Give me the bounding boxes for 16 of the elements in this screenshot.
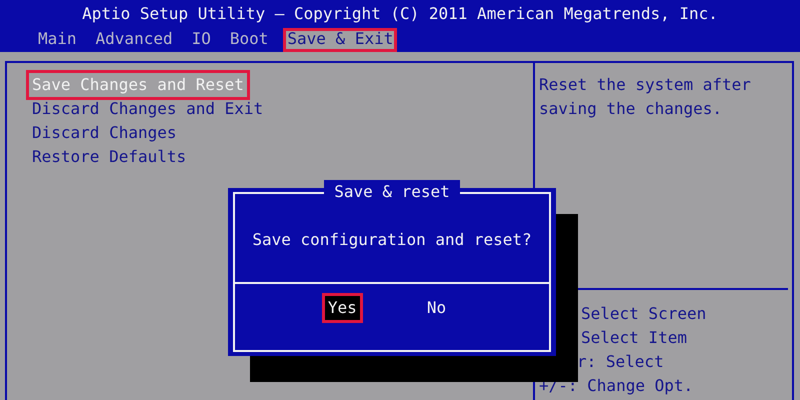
menu-tab[interactable]: Main bbox=[38, 28, 77, 52]
window-title: Aptio Setup Utility – Copyright (C) 2011 American Megatrends, Inc. bbox=[82, 3, 718, 25]
key-hint: Select Screen bbox=[581, 304, 706, 323]
key-hint: r: Select bbox=[577, 352, 664, 371]
menu-tab[interactable]: Boot bbox=[230, 28, 268, 52]
help-text: Reset the system after saving the changes. bbox=[538, 74, 752, 120]
menu-item[interactable]: Discard Changes bbox=[29, 121, 180, 145]
menu-tab[interactable]: IO bbox=[192, 28, 211, 52]
menu-tab[interactable]: Advanced bbox=[96, 28, 173, 52]
dialog-option[interactable]: No bbox=[424, 296, 450, 320]
dialog-message: Save configuration and reset? bbox=[251, 229, 533, 251]
menu-item[interactable]: Discard Changes and Exit bbox=[29, 97, 266, 121]
key-hint: Select Item bbox=[581, 328, 687, 347]
menu-item[interactable]: Restore Defaults bbox=[29, 145, 190, 169]
dialog-option[interactable]: Yes bbox=[324, 296, 360, 320]
menu-tab[interactable]: Save & Exit bbox=[283, 28, 398, 52]
